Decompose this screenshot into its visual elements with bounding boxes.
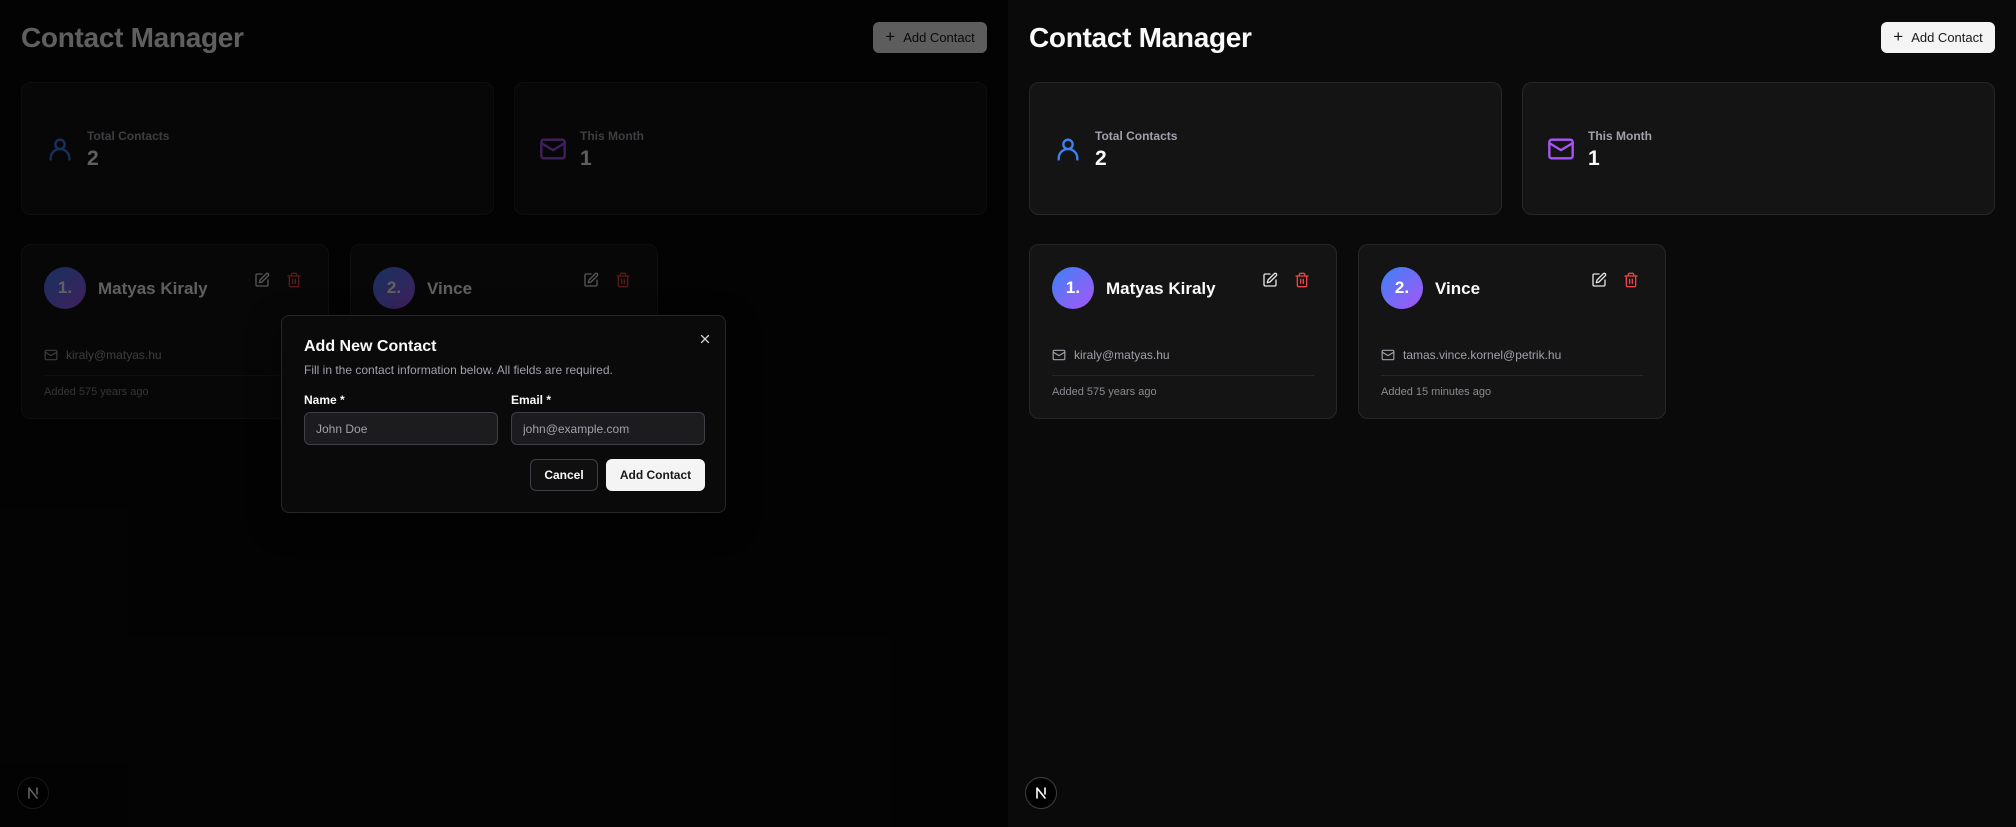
stat-card-this-month: This Month 1	[1522, 82, 1995, 215]
contact-email-row: kiraly@matyas.hu	[1052, 348, 1170, 362]
app-view-dialog-open: Contact Manager + Add Contact Total Cont…	[0, 0, 1008, 827]
contact-email-row: tamas.vince.kornel@petrik.hu	[1381, 348, 1561, 362]
edit-icon[interactable]	[1262, 272, 1278, 288]
email-label: Email *	[511, 393, 552, 407]
submit-add-contact-button[interactable]: Add Contact	[606, 459, 705, 491]
cancel-button[interactable]: Cancel	[530, 459, 598, 491]
close-icon[interactable]	[698, 332, 712, 346]
app-view: Contact Manager + Add Contact Total Cont…	[1008, 0, 2016, 827]
page-title: Contact Manager	[1029, 22, 1252, 53]
email-input[interactable]	[511, 412, 705, 445]
add-contact-button-label: Add Contact	[1911, 30, 1983, 45]
add-contact-dialog: Add New Contact Fill in the contact info…	[281, 315, 726, 513]
user-icon	[1057, 138, 1079, 161]
stat-card-total-contacts: Total Contacts 2	[1029, 82, 1502, 215]
stat-value: 1	[1588, 147, 1600, 170]
divider	[1052, 375, 1314, 376]
stat-value: 2	[1095, 147, 1107, 170]
trash-icon[interactable]	[1294, 272, 1310, 288]
contact-card: 2. Vince tamas.vince.kornel@petrik.hu Ad…	[1358, 244, 1666, 419]
contact-email: tamas.vince.kornel@petrik.hu	[1403, 348, 1562, 362]
mail-icon	[1052, 349, 1066, 361]
avatar: 1.	[1052, 267, 1094, 309]
contact-added-time: Added 15 minutes ago	[1381, 386, 1492, 398]
contact-card: 1. Matyas Kiraly kiraly@matyas.hu Added …	[1029, 244, 1337, 419]
name-input[interactable]	[304, 412, 498, 445]
contact-name: Vince	[1435, 279, 1481, 298]
nextjs-logo-icon[interactable]	[1025, 777, 1057, 809]
divider	[1381, 375, 1643, 376]
contact-email: kiraly@matyas.hu	[1074, 348, 1170, 362]
plus-icon: +	[1893, 27, 1904, 46]
stat-label: This Month	[1588, 129, 1652, 143]
edit-icon[interactable]	[1591, 272, 1607, 288]
stat-label: Total Contacts	[1095, 129, 1178, 143]
trash-icon[interactable]	[1623, 272, 1639, 288]
n-logo-glyph	[1036, 787, 1046, 799]
dialog-title: Add New Contact	[304, 338, 437, 355]
dialog-description: Fill in the contact information below. A…	[304, 363, 613, 377]
contact-added-time: Added 575 years ago	[1052, 386, 1157, 398]
contact-name: Matyas Kiraly	[1106, 279, 1216, 298]
name-label: Name *	[304, 393, 345, 407]
avatar: 2.	[1381, 267, 1423, 309]
add-contact-button[interactable]: + Add Contact	[1881, 22, 1995, 53]
mail-icon	[1381, 349, 1395, 361]
left-panel: Contact Manager + Add Contact Total Cont…	[0, 0, 1008, 827]
mail-icon	[1548, 138, 1574, 160]
right-panel: Contact Manager + Add Contact Total Cont…	[1008, 0, 2016, 827]
